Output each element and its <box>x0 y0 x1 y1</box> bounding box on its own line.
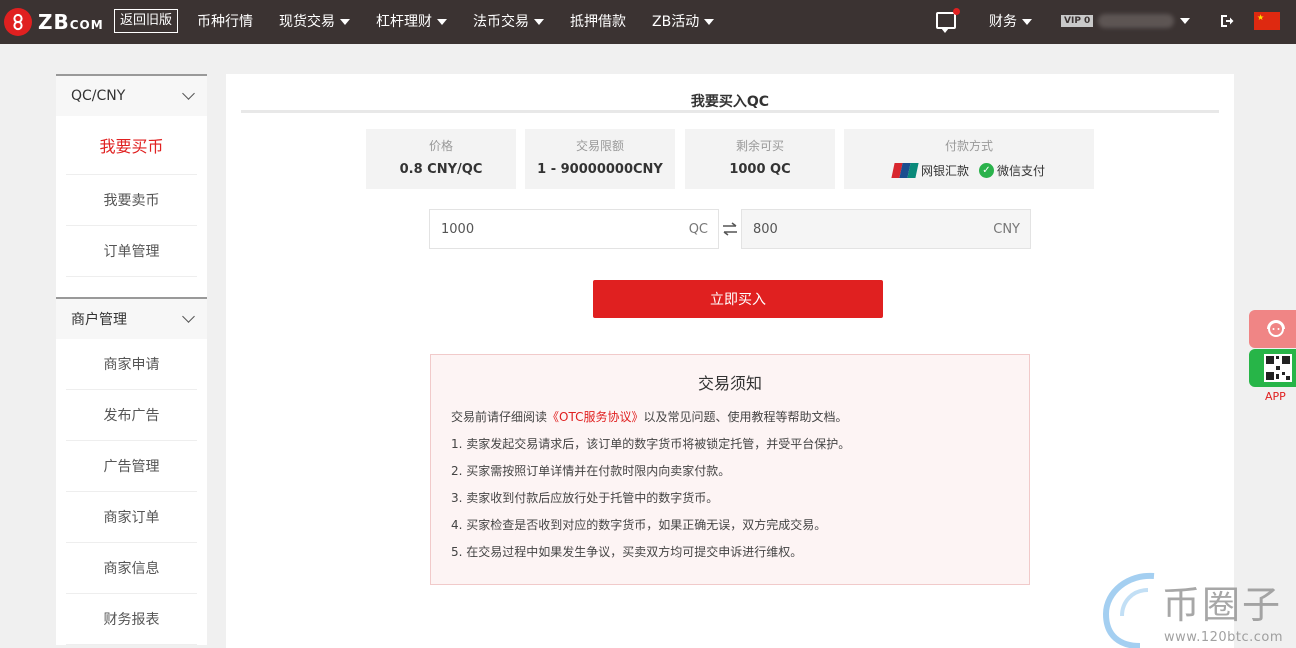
wechat-pay-icon: ✓ <box>979 163 994 178</box>
remaining-value: 1000 QC <box>729 162 791 177</box>
sidebar-item-ad-management[interactable]: 广告管理 <box>66 441 197 492</box>
notice-item: 4. 买家检查是否收到对应的数字货币，如果正确无误，双方完成交易。 <box>451 518 827 532</box>
sidebar-item-merchant-orders[interactable]: 商家订单 <box>66 492 197 543</box>
zb-logo[interactable]: ZBCOM <box>4 8 104 36</box>
price-card: 价格 0.8 CNY/QC <box>366 129 516 189</box>
sidebar-item-merchant-info[interactable]: 商家信息 <box>66 543 197 594</box>
china-flag-icon[interactable]: ★ <box>1254 12 1280 30</box>
watermark: 币圈子 www.120btc.com <box>1098 570 1296 648</box>
payment-method-card: 付款方式 网银汇款 ✓ 微信支付 <box>844 129 1094 189</box>
nav-leverage[interactable]: 杠杆理财 <box>376 0 447 44</box>
customer-service-icon <box>1267 320 1285 337</box>
nav-mortgage-loan[interactable]: 抵押借款 <box>570 0 626 44</box>
notice-intro: 交易前请仔细阅读《OTC服务协议》以及常见问题、使用教程等帮助文档。 <box>451 410 848 424</box>
unionpay-label: 网银汇款 <box>920 164 969 178</box>
remaining-card: 剩余可买 1000 QC <box>685 129 835 189</box>
buy-now-button[interactable]: 立即买入 <box>593 280 883 318</box>
wechat-pay-label: 微信支付 <box>997 164 1046 178</box>
qr-code-icon <box>1264 354 1292 382</box>
watermark-url: www.120btc.com <box>1164 630 1284 645</box>
chevron-down-icon <box>534 19 544 25</box>
cny-unit: CNY <box>993 221 1020 237</box>
otc-agreement-link[interactable]: 《OTC服务协议》 <box>547 410 643 424</box>
chevron-down-icon <box>437 19 447 25</box>
chevron-down-icon <box>340 19 350 25</box>
cny-amount-field[interactable]: CNY <box>741 209 1031 249</box>
return-old-version-button[interactable]: 返回旧版 <box>114 9 179 33</box>
limit-card: 交易限额 1 - 90000000CNY <box>525 129 675 189</box>
top-navbar: ZBCOM 返回旧版 币种行情 现货交易 杠杆理财 法币交易 抵押借款 ZB活动… <box>0 0 1296 44</box>
logo-suffix: COM <box>69 18 104 32</box>
nav-fiat-trading[interactable]: 法币交易 <box>473 0 544 44</box>
sidebar-item-merchant-apply[interactable]: 商家申请 <box>66 339 197 390</box>
chat-icon[interactable] <box>936 8 960 33</box>
cny-amount-input[interactable] <box>753 221 973 237</box>
price-label: 价格 <box>428 139 453 153</box>
sidebar-item-publish-ad[interactable]: 发布广告 <box>66 390 197 441</box>
price-value: 0.8 CNY/QC <box>399 162 483 177</box>
zb-logo-icon <box>4 8 32 36</box>
sidebar-item-order-management[interactable]: 订单管理 <box>66 226 197 277</box>
watermark-logo-icon <box>1102 572 1155 648</box>
notice-item: 1. 卖家发起交易请求后，该订单的数字货币将被锁定托管，并受平台保护。 <box>451 437 851 451</box>
sidebar-group-merchant[interactable]: 商户管理 <box>56 297 207 339</box>
sidebar-item-buy-coin[interactable]: 我要买币 <box>66 116 197 175</box>
vip-badge: VIP 0 <box>1061 15 1094 27</box>
notice-item: 3. 卖家收到付款后应放行处于托管中的数字货币。 <box>451 491 719 505</box>
notice-item: 2. 买家需按照订单详情并在付款时限内向卖家付款。 <box>451 464 731 478</box>
chevron-down-icon <box>1022 19 1032 25</box>
chevron-down-icon <box>704 19 715 25</box>
main-panel: 我要买入QC 价格 0.8 CNY/QC 交易限额 1 - 90000000CN… <box>226 74 1234 648</box>
app-download-button[interactable] <box>1249 349 1296 387</box>
unionpay-icon <box>891 163 919 178</box>
notice-item: 5. 在交易过程中如果发生争议，买卖双方均可提交申诉进行维权。 <box>451 545 803 559</box>
payment-label: 付款方式 <box>944 139 993 153</box>
notice-title: 交易须知 <box>697 374 762 393</box>
logo-text: ZB <box>38 10 70 34</box>
watermark-text: 币圈子 <box>1162 583 1283 627</box>
qc-amount-input[interactable] <box>441 221 661 237</box>
customer-service-button[interactable] <box>1249 310 1296 348</box>
limit-value: 1 - 90000000CNY <box>537 162 663 177</box>
nav-market[interactable]: 币种行情 <box>197 0 253 44</box>
sidebar-item-sell-coin[interactable]: 我要卖币 <box>66 175 197 226</box>
notification-dot <box>953 8 960 15</box>
nav-zb-activity[interactable]: ZB活动 <box>652 0 715 44</box>
app-label[interactable]: APP <box>1265 390 1286 403</box>
qc-amount-field[interactable]: QC <box>429 209 719 249</box>
chevron-down-icon <box>182 87 195 100</box>
logout-icon[interactable] <box>1220 14 1234 28</box>
chevron-down-icon[interactable] <box>1180 18 1190 24</box>
sidebar: QC/CNY 我要买币 我要卖币 订单管理 商户管理 商家申请 发布广告 广告管… <box>56 74 207 648</box>
qc-unit: QC <box>688 221 708 237</box>
page-title: 我要买入QC <box>241 91 1219 113</box>
swap-icon[interactable] <box>722 222 738 236</box>
limit-label: 交易限额 <box>575 139 624 153</box>
nav-spot-trading[interactable]: 现货交易 <box>279 0 350 44</box>
chevron-down-icon <box>182 310 195 323</box>
sidebar-group-qc-cny[interactable]: QC/CNY <box>56 74 207 116</box>
nav-finance[interactable]: 财务 <box>989 0 1032 44</box>
trade-notice: 交易须知 交易前请仔细阅读《OTC服务协议》以及常见问题、使用教程等帮助文档。 … <box>430 354 1030 585</box>
sidebar-item-financial-report[interactable]: 财务报表 <box>66 594 197 645</box>
remaining-label: 剩余可买 <box>735 139 784 153</box>
blurred-username[interactable] <box>1098 14 1174 28</box>
